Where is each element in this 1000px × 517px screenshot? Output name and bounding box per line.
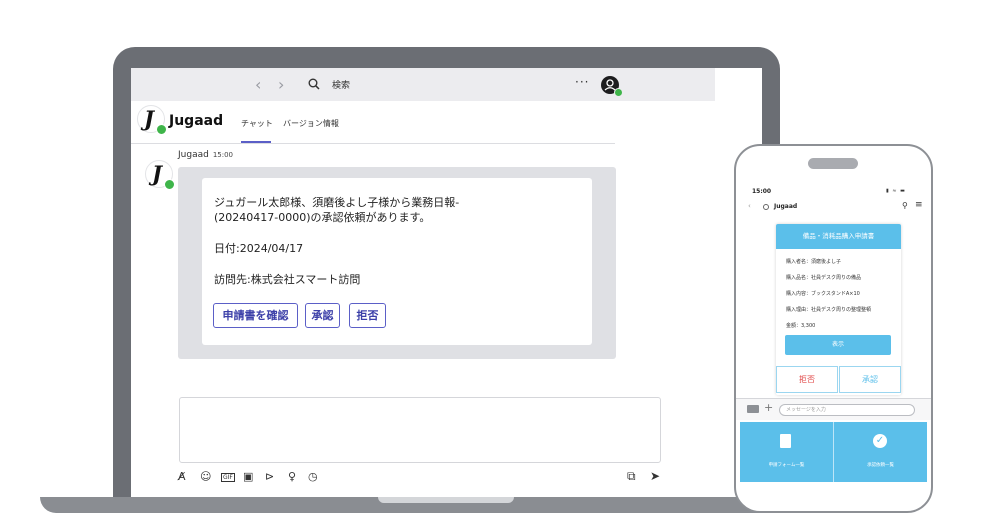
message-bubble: ジュガール太郎様、須磨後よし子様から業務日報- (20240417-0000)の… <box>178 167 616 359</box>
card-date: 日付:2024/04/17 <box>214 242 304 255</box>
phone-approve-button[interactable]: 承認 <box>839 366 901 393</box>
purchaser-line: 購入者名：須磨後よし子 <box>786 259 842 265</box>
app-header: J Jugaad チャット バージョン情報 <box>131 101 615 144</box>
phone-chat-title: Jugaad <box>774 203 798 210</box>
phone-tab-bar: 申請フォーム一覧 ✓ 承認依頼一覧 <box>740 422 927 482</box>
compose-box[interactable] <box>179 397 661 463</box>
app-logo: J <box>137 105 167 135</box>
request-card-title: 備品・消耗品購入申請書 <box>776 224 901 249</box>
adaptive-card: ジュガール太郎様、須磨後よし子様から業務日報- (20240417-0000)の… <box>202 178 592 345</box>
phone-frame: 15:00 ▮ ≈ ▬ ‹ Jugaad ⚲ ≡ 備品・消耗品購入申請書 購入者… <box>734 144 933 513</box>
sender-avatar[interactable]: J <box>145 160 175 190</box>
laptop-notch <box>378 497 514 503</box>
sticker-icon[interactable]: ▣ <box>243 470 253 483</box>
app-name: Jugaad <box>169 113 224 129</box>
keyboard-icon[interactable] <box>747 405 759 413</box>
plus-icon[interactable]: + <box>764 401 773 414</box>
reason-line: 購入理由：社員デスク周りの整理整頓 <box>786 307 872 313</box>
signal-battery-icon: ▮ ≈ ▬ <box>886 188 906 194</box>
schedule-icon[interactable]: ◷ <box>308 470 318 483</box>
phone-input-bar: + メッセージを入力 <box>736 398 931 420</box>
loop-icon[interactable]: ⊳ <box>265 470 274 483</box>
user-avatar-icon[interactable] <box>601 76 623 97</box>
app-dot-icon <box>763 204 769 210</box>
tab-version-info[interactable]: バージョン情報 <box>283 118 339 129</box>
verified-icon <box>164 179 175 190</box>
send-icon[interactable]: ➤ <box>650 469 660 483</box>
format-icon[interactable]: A̸ <box>178 470 186 483</box>
title-bar: ‹ › 検索 ··· <box>131 68 715 101</box>
search-icon[interactable] <box>308 78 320 90</box>
sender-name: Jugaad <box>178 150 209 160</box>
tab-application-forms[interactable]: 申請フォーム一覧 <box>740 422 833 482</box>
praise-icon[interactable]: ♀ <box>288 470 296 483</box>
document-icon <box>780 434 791 448</box>
menu-icon[interactable]: ≡ <box>915 200 923 210</box>
card-visit: 訪問先:株式会社スマート訪問 <box>214 273 361 286</box>
phone-header: ‹ Jugaad ⚲ ≡ <box>744 200 925 214</box>
item-line: 購入品名：社員デスク周りの備品 <box>786 275 862 281</box>
approve-button[interactable]: 承認 <box>305 303 340 328</box>
search-icon[interactable]: ⚲ <box>902 201 908 210</box>
search-label[interactable]: 検索 <box>332 78 350 91</box>
active-tab-indicator <box>241 141 271 143</box>
amount-line: 金額：3,300 <box>786 323 816 329</box>
message-input[interactable]: メッセージを入力 <box>779 404 915 416</box>
more-options-icon[interactable]: ··· <box>575 75 589 89</box>
request-card: 備品・消耗品購入申請書 購入者名：須磨後よし子 購入品名：社員デスク周りの備品 … <box>776 224 901 395</box>
emoji-icon[interactable]: ☺ <box>200 470 211 483</box>
back-icon[interactable]: ‹ <box>748 202 751 210</box>
tab-label: 申請フォーム一覧 <box>768 463 805 468</box>
forward-arrow-icon[interactable]: › <box>278 75 284 94</box>
laptop-screen: ‹ › 検索 ··· J Jugaad チャット バージョン情報 J Jugaa… <box>131 68 762 497</box>
check-circle-icon: ✓ <box>873 434 887 448</box>
card-text-line-1: ジュガール太郎様、須磨後よし子様から業務日報- <box>214 196 460 209</box>
show-button[interactable]: 表示 <box>785 335 891 355</box>
card-text-line-2: (20240417-0000)の承認依頼があります。 <box>214 211 431 224</box>
phone-speaker <box>808 158 858 169</box>
reject-button[interactable]: 拒否 <box>349 303 386 328</box>
back-arrow-icon[interactable]: ‹ <box>255 75 261 94</box>
tab-approval-requests[interactable]: ✓ 承認依頼一覧 <box>834 422 927 482</box>
logo-letter: J <box>144 106 154 131</box>
message-meta: Jugaad 15:00 <box>178 150 233 160</box>
attach-icon[interactable]: ⧉ <box>627 469 636 484</box>
tab-chat[interactable]: チャット <box>241 118 273 129</box>
avatar-letter: J <box>152 161 162 186</box>
phone-reject-button[interactable]: 拒否 <box>776 366 838 393</box>
gif-icon[interactable]: GIF <box>221 473 235 482</box>
message-time: 15:00 <box>212 151 234 159</box>
phone-clock: 15:00 <box>752 188 772 195</box>
content-line: 購入内容：ブックスタンドA×10 <box>786 291 860 297</box>
tab-label: 承認依頼一覧 <box>867 463 894 468</box>
verified-icon <box>156 124 167 135</box>
online-status-icon <box>614 88 623 97</box>
confirm-application-button[interactable]: 申請書を確認 <box>213 303 298 328</box>
